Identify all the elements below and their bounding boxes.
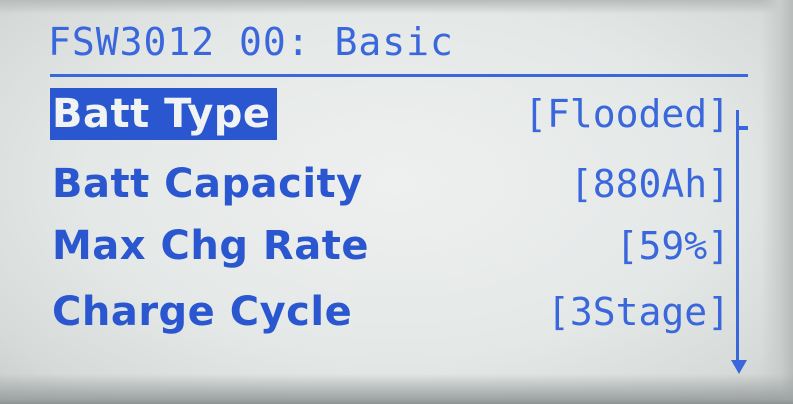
menu-item-value: [Flooded] [524,92,730,136]
scrollbar-track [736,110,739,360]
scrollbar-thumb[interactable] [736,126,748,130]
menu-item-value: [59%] [615,224,730,268]
menu-item-label: Charge Cycle [52,289,353,335]
menu-item-label: Max Chg Rate [52,223,369,269]
menu-item-charge-cycle[interactable]: Charge Cycle [3Stage] [50,286,730,338]
menu-item-label: Batt Type [50,88,277,140]
scroll-down-arrow-icon[interactable] [731,360,747,374]
lcd-display: FSW3012 00: Basic Batt Type [Flooded] Ba… [0,0,793,404]
title-divider [50,74,748,77]
lcd-screen: FSW3012 00: Basic Batt Type [Flooded] Ba… [28,8,763,376]
bezel-right [761,0,793,404]
menu-item-batt-capacity[interactable]: Batt Capacity [880Ah] [50,158,730,210]
menu-item-value: [3Stage] [546,290,730,334]
bezel-bottom [0,374,793,404]
menu-item-max-chg-rate[interactable]: Max Chg Rate [59%] [50,220,730,272]
menu-item-label: Batt Capacity [52,161,363,207]
menu-item-value: [880Ah] [569,162,730,206]
screen-title: FSW3012 00: Basic [48,20,454,64]
menu-item-batt-type[interactable]: Batt Type [Flooded] [50,88,730,140]
scrollbar[interactable] [731,110,748,376]
